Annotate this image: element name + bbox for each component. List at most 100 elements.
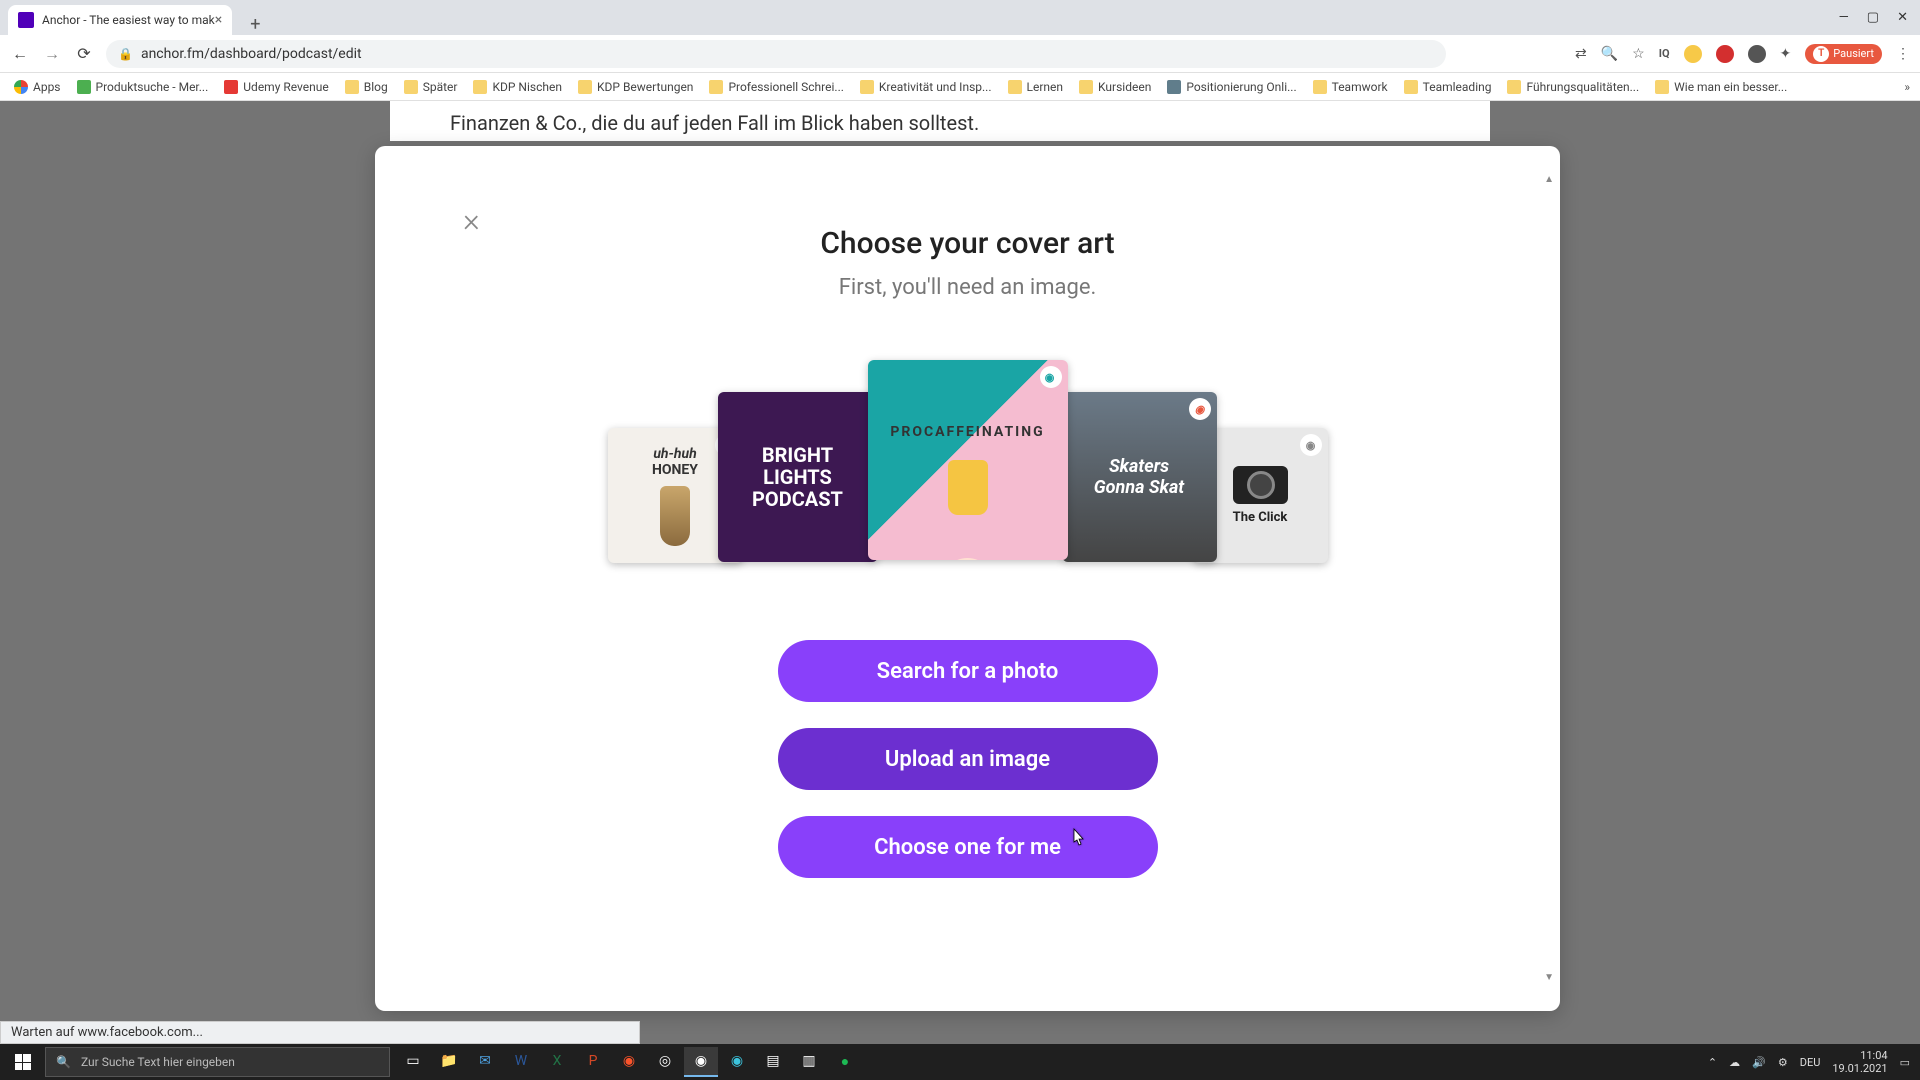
translate-icon[interactable]: ⇄ (1575, 46, 1587, 62)
toolbar-icons: ⇄ 🔍 ☆ IQ ✦ T Pausiert ⋮ (1575, 44, 1910, 64)
folder-icon (1404, 80, 1418, 94)
folder-icon (1008, 80, 1022, 94)
bookmark-item[interactable]: Produktsuche - Mer... (73, 80, 213, 94)
file-explorer-icon[interactable]: 📁 (432, 1047, 466, 1077)
extension-iq-icon[interactable]: IQ (1659, 47, 1670, 60)
extension-icon-2[interactable] (1716, 45, 1734, 63)
modal-title: Choose your cover art (608, 226, 1328, 261)
cover-example-procaffeinating: ◉ PROCAFFEINATING (868, 360, 1068, 560)
tab-title: Anchor - The easiest way to mak (42, 13, 215, 27)
excel-icon[interactable]: X (540, 1047, 574, 1077)
app-icon[interactable]: ▤ (756, 1047, 790, 1077)
bookmark-item[interactable]: Teamleading (1400, 80, 1496, 94)
edge-icon[interactable]: ◉ (720, 1047, 754, 1077)
close-modal-button[interactable]: × (463, 201, 480, 239)
bookmark-item[interactable]: Wie man ein besser... (1651, 80, 1791, 94)
cover-examples: ◉ uh-huh HONEY BRIGHT LIGHTS PODCAST ◉ P… (608, 360, 1328, 570)
task-view-icon[interactable]: ▭ (396, 1047, 430, 1077)
minimize-button[interactable]: — (1839, 10, 1849, 25)
anchor-badge-icon: ◉ (1189, 398, 1211, 420)
bookmark-item[interactable]: Udemy Revenue (220, 80, 332, 94)
powerpoint-icon[interactable]: P (576, 1047, 610, 1077)
language-indicator[interactable]: DEU (1800, 1056, 1821, 1069)
browser-tab[interactable]: Anchor - The easiest way to mak × (8, 5, 232, 35)
anchor-badge-icon: ◉ (1040, 366, 1062, 388)
url-text: anchor.fm/dashboard/podcast/edit (141, 46, 362, 62)
modal-subtitle: First, you'll need an image. (608, 275, 1328, 300)
extension-icon-1[interactable] (1684, 45, 1702, 63)
bookmarks-bar: Apps Produktsuche - Mer... Udemy Revenue… (0, 73, 1920, 101)
scroll-down-icon[interactable]: ▼ (1544, 972, 1554, 983)
obs-icon[interactable]: ◎ (648, 1047, 682, 1077)
word-icon[interactable]: W (504, 1047, 538, 1077)
folder-icon (578, 80, 592, 94)
onedrive-icon[interactable]: ☁ (1729, 1056, 1740, 1069)
bookmark-apps[interactable]: Apps (10, 80, 65, 94)
mail-icon[interactable]: ✉ (468, 1047, 502, 1077)
maximize-button[interactable]: ▢ (1867, 10, 1879, 25)
brave-icon[interactable]: ◉ (612, 1047, 646, 1077)
notepad-icon[interactable]: ▥ (792, 1047, 826, 1077)
bookmark-item[interactable]: KDP Nischen (469, 80, 566, 94)
taskbar-clock[interactable]: 11:04 19.01.2021 (1832, 1049, 1887, 1075)
bookmark-item[interactable]: Positionierung Onli... (1163, 80, 1300, 94)
chrome-icon[interactable]: ◉ (684, 1047, 718, 1077)
search-icon: 🔍 (56, 1055, 71, 1069)
network-icon[interactable]: ⚙ (1778, 1056, 1788, 1069)
lock-icon: 🔒 (118, 47, 133, 61)
bookmark-item[interactable]: Führungsqualitäten... (1503, 80, 1643, 94)
search-placeholder: Zur Suche Text hier eingeben (81, 1055, 235, 1069)
bookmark-item[interactable]: Kursideen (1075, 80, 1155, 94)
browser-menu-icon[interactable]: ⋮ (1896, 46, 1910, 62)
folder-icon (1079, 80, 1093, 94)
bookmark-star-icon[interactable]: ☆ (1632, 46, 1645, 62)
folder-icon (709, 80, 723, 94)
tab-favicon (18, 12, 34, 28)
cover-example-bright-lights: BRIGHT LIGHTS PODCAST (718, 392, 878, 562)
new-tab-button[interactable]: + (242, 14, 268, 35)
bookmark-item[interactable]: KDP Bewertungen (574, 80, 697, 94)
back-button[interactable]: ← (10, 44, 30, 64)
extensions-menu-icon[interactable]: ✦ (1780, 46, 1792, 62)
bookmarks-overflow-icon[interactable]: » (1904, 80, 1910, 94)
folder-icon (404, 80, 418, 94)
folder-icon (1507, 80, 1521, 94)
taskbar-search[interactable]: 🔍 Zur Suche Text hier eingeben (45, 1047, 390, 1077)
volume-icon[interactable]: 🔊 (1752, 1056, 1766, 1069)
folder-icon (345, 80, 359, 94)
bookmark-item[interactable]: Professionell Schrei... (705, 80, 847, 94)
choose-for-me-button[interactable]: Choose one for me (778, 816, 1158, 878)
reload-button[interactable]: ⟳ (74, 44, 94, 63)
bookmark-item[interactable]: Lernen (1004, 80, 1068, 94)
zoom-icon[interactable]: 🔍 (1601, 46, 1618, 62)
close-window-button[interactable]: ✕ (1897, 10, 1908, 25)
address-bar: ← → ⟳ 🔒 anchor.fm/dashboard/podcast/edit… (0, 35, 1920, 73)
upload-image-button[interactable]: Upload an image (778, 728, 1158, 790)
search-photo-button[interactable]: Search for a photo (778, 640, 1158, 702)
tab-close-icon[interactable]: × (215, 12, 222, 28)
windows-taskbar: 🔍 Zur Suche Text hier eingeben ▭ 📁 ✉ W X… (0, 1044, 1920, 1080)
forward-button[interactable]: → (42, 44, 62, 64)
start-button[interactable] (0, 1044, 45, 1080)
status-message: Warten auf www.facebook.com... (0, 1021, 640, 1044)
clock-time: 11:04 (1832, 1049, 1887, 1062)
bookmark-item[interactable]: Blog (341, 80, 392, 94)
profile-badge[interactable]: T Pausiert (1805, 44, 1882, 64)
modal-content: Choose your cover art First, you'll need… (608, 226, 1328, 878)
folder-icon (473, 80, 487, 94)
notifications-icon[interactable]: ▭ (1900, 1056, 1910, 1069)
scroll-up-icon[interactable]: ▲ (1544, 174, 1554, 185)
spotify-icon[interactable]: ● (828, 1047, 862, 1077)
url-field[interactable]: 🔒 anchor.fm/dashboard/podcast/edit (106, 40, 1446, 68)
system-tray: ⌃ ☁ 🔊 ⚙ DEU 11:04 19.01.2021 ▭ (1708, 1049, 1920, 1075)
bookmark-item[interactable]: Kreativität und Insp... (856, 80, 996, 94)
tray-expand-icon[interactable]: ⌃ (1708, 1056, 1717, 1069)
windows-logo-icon (15, 1054, 31, 1070)
modal-buttons: Search for a photo Upload an image Choos… (608, 640, 1328, 878)
folder-icon (1313, 80, 1327, 94)
bookmark-icon (77, 80, 91, 94)
browser-tabs-bar: Anchor - The easiest way to mak × + — ▢ … (0, 0, 1920, 35)
extension-icon-3[interactable] (1748, 45, 1766, 63)
bookmark-item[interactable]: Später (400, 80, 462, 94)
bookmark-item[interactable]: Teamwork (1309, 80, 1392, 94)
